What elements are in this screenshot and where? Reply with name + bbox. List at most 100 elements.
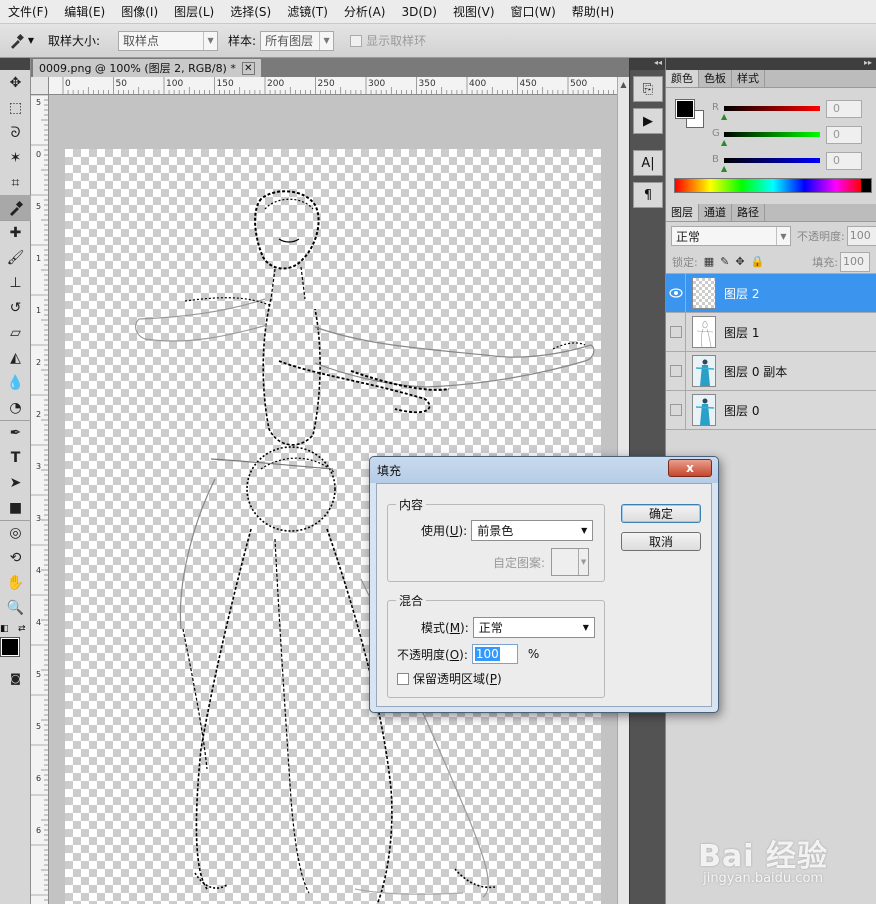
actions-panel-icon[interactable]: ▶ xyxy=(633,108,663,134)
menu-view[interactable]: 视图(V) xyxy=(445,0,503,24)
zoom-tool-icon[interactable]: 🔍 xyxy=(0,595,31,620)
blue-slider[interactable] xyxy=(724,158,820,163)
horizontal-ruler[interactable]: 0 50 100 150 200 250 300 350 400 450 500 xyxy=(49,77,617,95)
tab-paths[interactable]: 路径 xyxy=(732,204,765,221)
menu-layer[interactable]: 图层(L) xyxy=(166,0,222,24)
menu-3d[interactable]: 3D(D) xyxy=(393,0,444,24)
opacity-input[interactable]: 100 xyxy=(471,644,518,664)
menu-select[interactable]: 选择(S) xyxy=(222,0,279,24)
menu-analysis[interactable]: 分析(A) xyxy=(336,0,394,24)
marquee-tool-icon[interactable]: ⬚ xyxy=(0,95,31,120)
green-slider[interactable] xyxy=(724,132,820,137)
quick-mask-icon[interactable]: ◙ xyxy=(0,666,31,691)
color-spectrum-bar[interactable] xyxy=(674,178,872,193)
opacity-field[interactable]: 100 xyxy=(846,226,876,246)
menu-edit[interactable]: 编辑(E) xyxy=(56,0,113,24)
layer-row[interactable]: 图层 2 xyxy=(666,274,876,313)
visibility-toggle[interactable] xyxy=(666,391,686,429)
show-sampling-ring-checkbox[interactable] xyxy=(350,34,363,47)
chevron-down-icon: ▼ xyxy=(203,31,217,50)
character-panel-icon[interactable]: A| xyxy=(633,150,663,176)
3d-orbit-tool-icon[interactable]: ⟲ xyxy=(0,545,31,570)
eyedropper-preset-picker[interactable]: ▼ xyxy=(8,29,34,53)
slider-handle-icon[interactable]: ▲ xyxy=(721,138,727,147)
custom-pattern-picker[interactable]: ▼ xyxy=(551,548,590,576)
vertical-ruler[interactable]: 5 0 5 1 1 2 2 3 3 4 4 5 5 6 6 xyxy=(31,95,49,904)
mode-select[interactable]: 正常 ▼ xyxy=(472,617,595,638)
ruler-origin[interactable] xyxy=(31,77,49,95)
ruler-label: 300 xyxy=(368,79,385,89)
foreground-color-swatch[interactable] xyxy=(0,637,20,657)
ok-button[interactable]: 确定 xyxy=(621,504,701,523)
brush-tool-icon[interactable]: 🖌 xyxy=(0,245,31,270)
lock-transparent-icon[interactable]: ▦ xyxy=(704,255,714,268)
layer-thumbnail xyxy=(692,316,716,348)
menu-window[interactable]: 窗口(W) xyxy=(503,0,564,24)
menu-file[interactable]: 文件(F) xyxy=(0,0,56,24)
menu-image[interactable]: 图像(I) xyxy=(113,0,166,24)
layer-row[interactable]: 图层 0 xyxy=(666,391,876,430)
blur-tool-icon[interactable]: 💧 xyxy=(0,370,31,395)
panel-grip[interactable] xyxy=(0,58,30,70)
type-tool-icon[interactable]: T xyxy=(0,445,31,470)
ruler-label: 200 xyxy=(267,79,284,89)
slider-handle-icon[interactable]: ▲ xyxy=(721,164,727,173)
tab-styles[interactable]: 样式 xyxy=(732,70,765,87)
tab-channels[interactable]: 通道 xyxy=(699,204,732,221)
green-value[interactable]: 0 xyxy=(826,126,862,144)
paint-bucket-tool-icon[interactable]: ◭ xyxy=(0,345,31,370)
sample-select[interactable]: 所有图层 ▼ xyxy=(260,30,335,51)
lock-pixels-icon[interactable]: ✎ xyxy=(720,255,729,268)
eye-icon[interactable] xyxy=(666,274,686,312)
layer-name: 图层 0 xyxy=(724,403,760,418)
blue-value[interactable]: 0 xyxy=(826,152,862,170)
layer-row[interactable]: 图层 0 副本 xyxy=(666,352,876,391)
paragraph-panel-icon[interactable]: ¶ xyxy=(633,182,663,208)
eraser-tool-icon[interactable]: ▱ xyxy=(0,320,31,345)
red-slider[interactable] xyxy=(724,106,820,111)
dodge-tool-icon[interactable]: ◔ xyxy=(0,395,31,420)
hand-tool-icon[interactable]: ✋ xyxy=(0,570,31,595)
rectangle-tool-icon[interactable]: ■ xyxy=(0,495,31,520)
tab-layers[interactable]: 图层 xyxy=(666,204,699,221)
history-brush-tool-icon[interactable]: ↺ xyxy=(0,295,31,320)
menu-help[interactable]: 帮助(H) xyxy=(564,0,622,24)
path-selection-tool-icon[interactable]: ➤ xyxy=(0,470,31,495)
layer-row[interactable]: 图层 1 xyxy=(666,313,876,352)
collapse-icon[interactable]: ▸▸ xyxy=(666,58,876,70)
default-colors-icon[interactable]: ◧ xyxy=(0,624,9,634)
blend-mode-select[interactable]: 正常 ▼ xyxy=(671,226,791,246)
tab-swatches[interactable]: 色板 xyxy=(699,70,732,87)
document-tab[interactable]: 0009.png @ 100% (图层 2, RGB/8) * ✕ xyxy=(33,59,261,77)
red-value[interactable]: 0 xyxy=(826,100,862,118)
menu-filter[interactable]: 滤镜(T) xyxy=(279,0,336,24)
swap-colors-icon[interactable]: ⇄ xyxy=(18,624,26,634)
clone-stamp-tool-icon[interactable]: ⊥ xyxy=(0,270,31,295)
3d-rotate-tool-icon[interactable]: ◎ xyxy=(0,520,31,545)
lock-position-icon[interactable]: ✥ xyxy=(735,255,744,268)
move-tool-icon[interactable]: ✥ xyxy=(0,70,31,95)
visibility-toggle[interactable] xyxy=(666,313,686,351)
tab-color[interactable]: 颜色 xyxy=(666,70,699,87)
magic-wand-tool-icon[interactable]: ✶ xyxy=(0,145,31,170)
visibility-toggle[interactable] xyxy=(666,352,686,390)
fill-field[interactable]: 100 xyxy=(839,251,870,272)
slider-handle-icon[interactable]: ▲ xyxy=(721,112,727,121)
pen-tool-icon[interactable]: ✒ xyxy=(0,420,31,445)
cancel-button[interactable]: 取消 xyxy=(621,532,701,551)
lasso-tool-icon[interactable]: ᘐ xyxy=(0,120,31,145)
preserve-transparency-checkbox[interactable] xyxy=(397,672,409,685)
healing-brush-tool-icon[interactable]: ✚ xyxy=(0,220,31,245)
dialog-titlebar[interactable]: 填充 xyxy=(370,457,718,483)
close-button[interactable]: x xyxy=(668,459,712,477)
eyedropper-tool-icon[interactable] xyxy=(0,195,31,220)
close-icon[interactable]: ✕ xyxy=(241,61,255,75)
use-select[interactable]: 前景色 ▼ xyxy=(471,520,594,541)
scroll-up-icon[interactable]: ▲ xyxy=(618,77,629,91)
sample-size-select[interactable]: 取样点 ▼ xyxy=(118,30,219,51)
expand-icon[interactable]: ◂◂ xyxy=(630,58,665,70)
lock-all-icon[interactable]: 🔒 xyxy=(751,255,765,268)
foreground-color-swatch[interactable] xyxy=(675,99,695,119)
crop-tool-icon[interactable]: ⌗ xyxy=(0,170,31,195)
history-panel-icon[interactable]: ⎘ xyxy=(633,76,663,102)
